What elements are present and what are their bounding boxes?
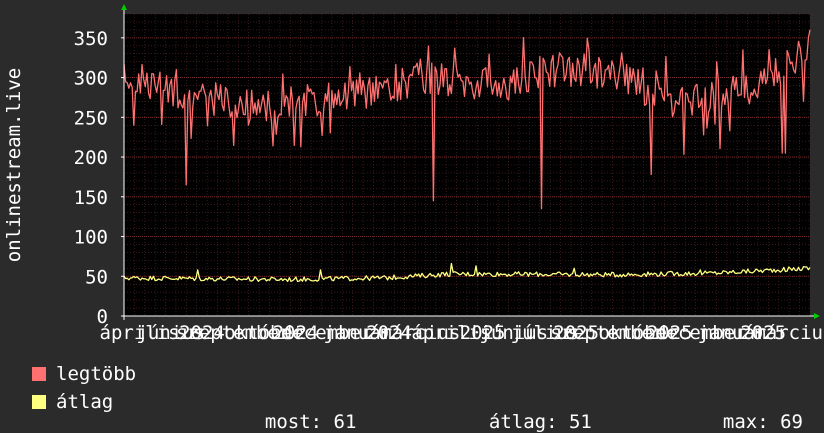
legend-item-max: legtöbb xyxy=(32,363,137,385)
legend-label-max: legtöbb xyxy=(56,363,137,385)
x-axis-arrow xyxy=(814,313,820,319)
y-tick-label: 250 xyxy=(74,107,108,129)
legend-item-avg: átlag xyxy=(32,391,114,413)
y-axis-label: onlinestream.live xyxy=(3,68,25,262)
legend-label-avg: átlag xyxy=(56,391,114,413)
stat-max: max: 69 xyxy=(700,392,803,432)
x-tick-label: március xyxy=(754,322,824,344)
x-tick-labels: áprilisjúnius2024szeptemberoktóber2024de… xyxy=(100,322,824,344)
y-tick-labels: 050100150200250300350 xyxy=(74,28,108,328)
y-axis-arrow xyxy=(121,4,127,10)
y-tick-label: 300 xyxy=(74,68,108,90)
y-tick-label: 150 xyxy=(74,187,108,209)
chart: 050100150200250300350 áprilisjúnius2024s… xyxy=(3,4,824,344)
y-tick-label: 350 xyxy=(74,28,108,50)
y-tick-label: 200 xyxy=(74,147,108,169)
legend-swatch-max xyxy=(32,367,46,381)
stat-avg: átlag: 51 xyxy=(466,392,592,432)
stat-now: most: 61 xyxy=(242,392,357,432)
y-tick-label: 50 xyxy=(85,266,108,288)
y-tick-label: 100 xyxy=(74,227,108,249)
legend-swatch-avg xyxy=(32,395,46,409)
